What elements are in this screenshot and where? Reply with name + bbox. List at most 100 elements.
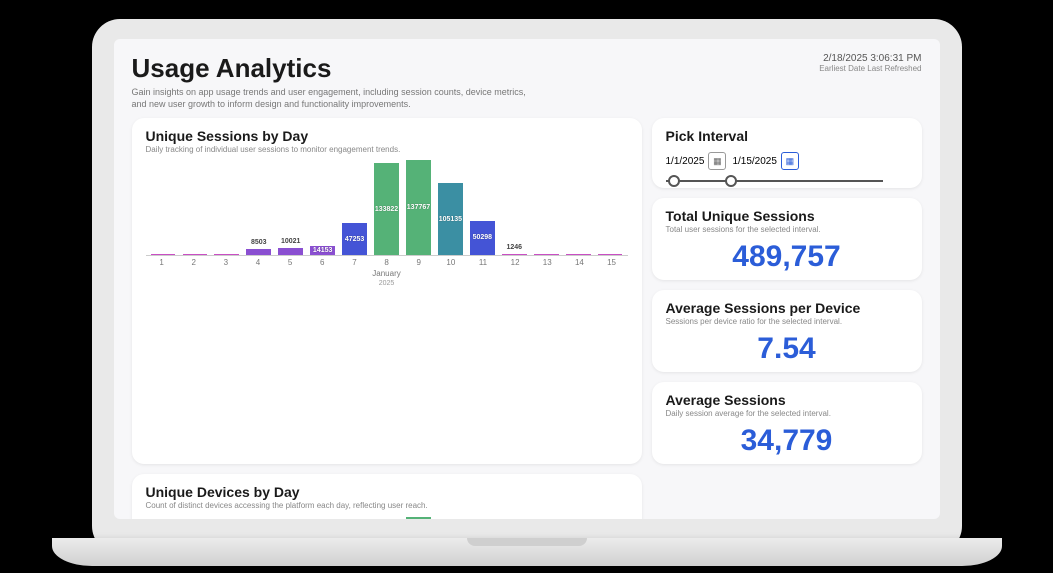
sessions-chart-card: Unique Sessions by Day Daily tracking of… <box>132 118 642 464</box>
bar-col <box>148 516 179 519</box>
bar[interactable]: 10021 <box>278 248 303 255</box>
bar-label: 1246 <box>506 244 522 251</box>
devices-chart-title: Unique Devices by Day <box>146 484 628 500</box>
bar[interactable]: 14153 <box>310 246 335 256</box>
bar-label: 8503 <box>251 239 267 246</box>
total-sessions-title: Total Unique Sessions <box>666 208 908 224</box>
devices-chart: 5136571976311934739001399133274218733353… <box>146 516 628 519</box>
sessions-chart-sub: Daily tracking of individual user sessio… <box>146 145 628 154</box>
bar-col: 39913 <box>403 516 434 519</box>
bar-label: 47253 <box>345 236 364 243</box>
x-tick: 1 <box>146 256 178 267</box>
bar-label: 50298 <box>473 234 492 241</box>
x-tick: 8 <box>370 256 402 267</box>
bar-col: 32742 <box>435 516 466 519</box>
dashboard-screen: Usage Analytics Gain insights on app usa… <box>114 39 940 519</box>
interval-end: 1/15/2025 ▦ <box>732 152 799 170</box>
sessions-chart: 8503100211415347253133822137767105135502… <box>146 160 628 280</box>
slider-thumb-start[interactable] <box>668 175 680 187</box>
bar-col: 7631 <box>307 516 338 519</box>
bar[interactable]: 133822 <box>374 163 399 255</box>
bar-col <box>563 516 594 519</box>
bar-col: 18733 <box>467 516 498 519</box>
laptop-base <box>52 538 1002 566</box>
bar[interactable]: 47253 <box>342 223 367 256</box>
bar-col: 14153 <box>307 160 338 255</box>
laptop-frame: Usage Analytics Gain insights on app usa… <box>92 19 962 554</box>
avg-per-device-sub: Sessions per device ratio for the select… <box>666 317 908 326</box>
avg-sessions-value: 34,779 <box>666 424 908 458</box>
interval-slider[interactable] <box>666 180 884 182</box>
bar-col: 137767 <box>403 160 434 255</box>
bar[interactable] <box>214 254 239 255</box>
refresh-timestamp: 2/18/2025 3:06:31 PM <box>819 53 921 64</box>
bar-col: 5136 <box>243 516 274 519</box>
x-tick: 6 <box>306 256 338 267</box>
sessions-month: January <box>372 269 400 278</box>
bar-col <box>595 160 626 255</box>
avg-sessions-title: Average Sessions <box>666 392 908 408</box>
header: Usage Analytics Gain insights on app usa… <box>132 53 922 110</box>
bar[interactable]: 39913 <box>406 517 431 520</box>
calendar-icon[interactable]: ▦ <box>708 152 726 170</box>
devices-bars: 5136571976311934739001399133274218733353… <box>146 516 628 519</box>
bar[interactable]: 105135 <box>438 183 463 255</box>
bar[interactable]: 1246 <box>502 254 527 255</box>
total-sessions-sub: Total user sessions for the selected int… <box>666 225 908 234</box>
bar-label: 105135 <box>439 216 462 223</box>
bar-col <box>148 160 179 255</box>
sessions-bars: 8503 10021 14153 47253 133822 137767 105135 502… <box>146 160 628 256</box>
sessions-axis-label: January 2025 <box>146 269 628 287</box>
total-sessions-value: 489,757 <box>666 240 908 274</box>
slider-thumb-end[interactable] <box>725 175 737 187</box>
bar-col: 105135 <box>435 160 466 255</box>
sessions-year: 2025 <box>379 280 395 287</box>
right-column: Pick Interval 1/1/2025 ▦ 1/15/2025 ▦ <box>652 118 922 464</box>
header-right: 2/18/2025 3:06:31 PM Earliest Date Last … <box>819 53 921 73</box>
devices-chart-card: Unique Devices by Day Count of distinct … <box>132 474 642 519</box>
calendar-icon[interactable]: ▦ <box>781 152 799 170</box>
x-tick: 15 <box>595 256 627 267</box>
interval-row: 1/1/2025 ▦ 1/15/2025 ▦ <box>666 152 908 170</box>
bar-col <box>531 160 562 255</box>
x-tick: 13 <box>531 256 563 267</box>
bar-col: 39001 <box>371 516 402 519</box>
content-grid: Unique Sessions by Day Daily tracking of… <box>132 118 922 519</box>
bar-col: 47253 <box>339 160 370 255</box>
x-tick: 7 <box>338 256 370 267</box>
bar[interactable] <box>534 254 559 255</box>
bar[interactable]: 8503 <box>246 249 271 255</box>
bar-col <box>179 160 210 255</box>
x-tick: 3 <box>210 256 242 267</box>
x-tick: 14 <box>563 256 595 267</box>
interval-start: 1/1/2025 ▦ <box>666 152 727 170</box>
bar[interactable] <box>598 254 623 255</box>
header-left: Usage Analytics Gain insights on app usa… <box>132 53 542 110</box>
bar[interactable] <box>566 254 591 255</box>
bar[interactable] <box>183 254 208 255</box>
bar-col: 5719 <box>275 516 306 519</box>
bar[interactable]: 137767 <box>406 160 431 255</box>
devices-chart-sub: Count of distinct devices accessing the … <box>146 501 628 510</box>
bar-col <box>595 516 626 519</box>
bar[interactable]: 50298 <box>470 221 495 256</box>
bar-col: 8503 <box>243 160 274 255</box>
bar-label: 14153 <box>313 247 332 254</box>
avg-per-device-title: Average Sessions per Device <box>666 300 908 316</box>
interval-title: Pick Interval <box>666 128 908 144</box>
bar-col: 50298 <box>467 160 498 255</box>
avg-sessions-card: Average Sessions Daily session average f… <box>652 382 922 464</box>
page-subtitle: Gain insights on app usage trends and us… <box>132 86 542 110</box>
total-sessions-card: Total Unique Sessions Total user session… <box>652 198 922 280</box>
refresh-label: Earliest Date Last Refreshed <box>819 64 921 73</box>
bar[interactable] <box>151 254 176 255</box>
page-title: Usage Analytics <box>132 53 542 84</box>
x-tick: 11 <box>467 256 499 267</box>
bar-label: 137767 <box>407 204 430 211</box>
x-tick: 9 <box>403 256 435 267</box>
bar-col <box>531 516 562 519</box>
x-tick: 4 <box>242 256 274 267</box>
avg-per-device-value: 7.54 <box>666 332 908 366</box>
bar-col: 10021 <box>275 160 306 255</box>
bar-col: 3539 <box>499 516 530 519</box>
